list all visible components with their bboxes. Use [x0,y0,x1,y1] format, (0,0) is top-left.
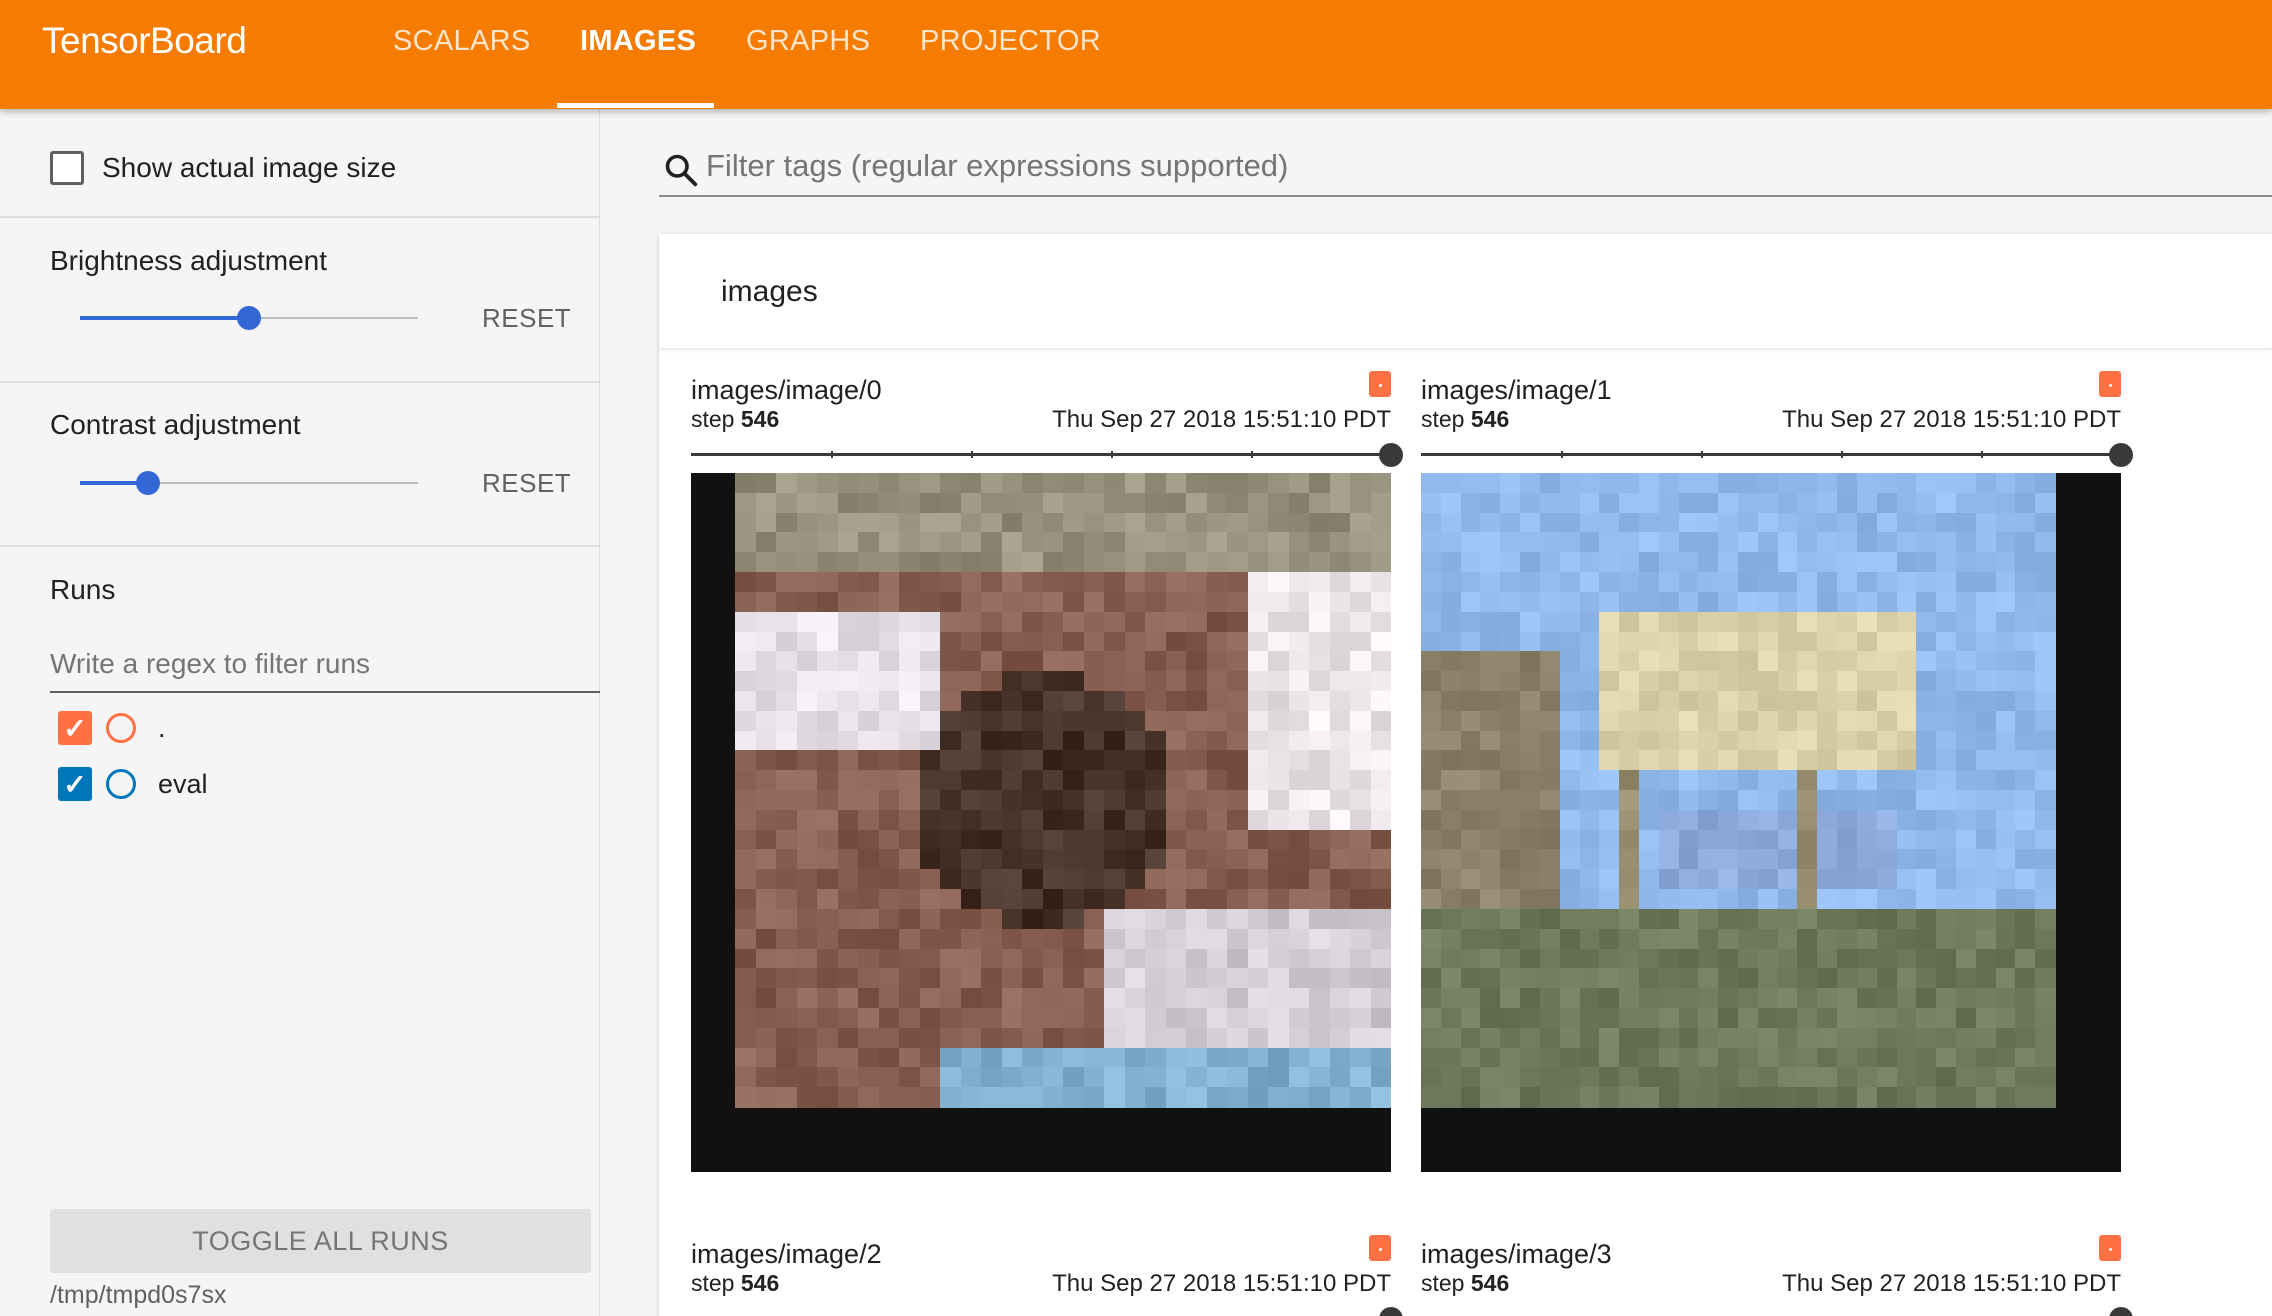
runs-filter-field[interactable] [50,637,600,693]
brightness-title: Brightness adjustment [50,245,328,276]
run-badge-icon [1369,1235,1391,1261]
run-color-circle[interactable] [106,769,136,799]
run-color-circle[interactable] [106,713,136,743]
summary-image[interactable] [1421,473,2121,1172]
run-checkbox[interactable]: ✓ [58,711,92,745]
step-value: 546 [740,1270,780,1296]
panel-tag: images/image/1 [1421,375,1612,405]
image-panel: images/image/1 step 546 Thu Sep 27 2018 … [1421,371,2133,1185]
logdir-path: /tmp/tmpd0s7sx [50,1281,227,1309]
step-value: 546 [1470,406,1510,432]
tag-filter-input[interactable] [706,140,2246,192]
search-icon [665,154,698,187]
tag-filter[interactable] [659,140,2272,197]
step-label: step [1421,406,1465,432]
slider-knob[interactable] [2109,1307,2133,1316]
step-slider[interactable] [691,443,1403,467]
panel-timestamp: Thu Sep 27 2018 15:51:10 PDT [1052,406,1391,433]
step-label: step [1421,1270,1465,1296]
panel-tag: images/image/3 [1421,1239,1612,1269]
brightness-slider[interactable] [80,306,418,330]
tab-images[interactable]: IMAGES [580,25,696,58]
slider-tick [831,451,833,458]
runs-filter-input[interactable] [50,637,600,691]
step-label: step [691,1270,735,1296]
images-category-card: images images/image/0 step 546 Thu Sep 2… [659,234,2272,1316]
panel-tag: images/image/2 [691,1239,882,1269]
panel-timestamp: Thu Sep 27 2018 15:51:10 PDT [1782,406,2121,433]
image-panel: images/image/2 step 546 Thu Sep 27 2018 … [691,1235,1403,1316]
panel-timestamp: Thu Sep 27 2018 15:51:10 PDT [1782,1270,2121,1297]
run-item[interactable]: ✓ eval [58,767,208,801]
panel-step: step 546 [1421,1270,1509,1297]
run-checkbox[interactable]: ✓ [58,767,92,801]
step-label: step [691,406,735,432]
run-badge-icon [2099,371,2121,397]
slider-knob[interactable] [1379,443,1403,467]
show-actual-size-checkbox[interactable]: Show actual image size [50,151,396,185]
tab-graphs[interactable]: GRAPHS [746,25,870,58]
pixelated-photo [735,473,1391,1108]
top-toolbar: TensorBoard SCALARS IMAGES GRAPHS PROJEC… [0,0,2272,109]
step-value: 546 [1470,1270,1510,1296]
run-item[interactable]: ✓ . [58,711,166,745]
run-badge-icon [2099,1235,2121,1261]
step-slider[interactable] [1421,443,2133,467]
slider-fill [80,316,249,320]
category-header[interactable]: images [659,234,2272,349]
panel-step: step 546 [1421,406,1509,433]
slider-tick [1561,451,1563,458]
sidebar: Show actual image size Brightness adjust… [0,109,600,1316]
step-slider[interactable] [1421,1307,2133,1316]
contrast-slider[interactable] [80,471,418,495]
contrast-title: Contrast adjustment [50,409,301,440]
run-badge-icon [1369,371,1391,397]
divider [0,216,600,218]
slider-tick [1701,451,1703,458]
slider-knob[interactable] [1379,1307,1403,1316]
slider-tick [1251,451,1253,458]
checkbox-box[interactable] [50,151,84,185]
step-value: 546 [740,406,780,432]
toggle-all-runs-button[interactable]: TOGGLE ALL RUNS [50,1209,591,1273]
slider-tick [1841,451,1843,458]
slider-track [691,453,1391,456]
runs-title: Runs [50,574,116,605]
run-name: eval [158,768,208,799]
active-tab-indicator [557,103,714,108]
run-name: . [158,712,166,743]
panel-timestamp: Thu Sep 27 2018 15:51:10 PDT [1052,1270,1391,1297]
panel-step: step 546 [691,406,779,433]
slider-knob[interactable] [2109,443,2133,467]
slider-tick [971,451,973,458]
category-title: images [721,275,818,308]
show-actual-size-label: Show actual image size [102,152,397,183]
step-slider[interactable] [691,1307,1403,1316]
slider-knob[interactable] [135,471,160,495]
panel-step: step 546 [691,1270,779,1297]
slider-tick [1981,451,1983,458]
image-panel: images/image/3 step 546 Thu Sep 27 2018 … [1421,1235,2133,1316]
summary-image[interactable] [691,473,1391,1172]
panel-tag: images/image/0 [691,375,882,405]
pixelated-photo [1421,473,2056,1108]
slider-tick [1111,451,1113,458]
image-panel: images/image/0 step 546 Thu Sep 27 2018 … [691,371,1403,1185]
slider-track [1421,453,2121,456]
contrast-reset-button[interactable]: RESET [482,468,571,499]
brightness-reset-button[interactable]: RESET [482,303,571,334]
tab-scalars[interactable]: SCALARS [393,25,531,58]
divider [0,545,600,547]
app-title: TensorBoard [42,20,247,61]
slider-knob[interactable] [237,306,261,330]
tab-projector[interactable]: PROJECTOR [920,25,1101,58]
divider [0,381,600,383]
